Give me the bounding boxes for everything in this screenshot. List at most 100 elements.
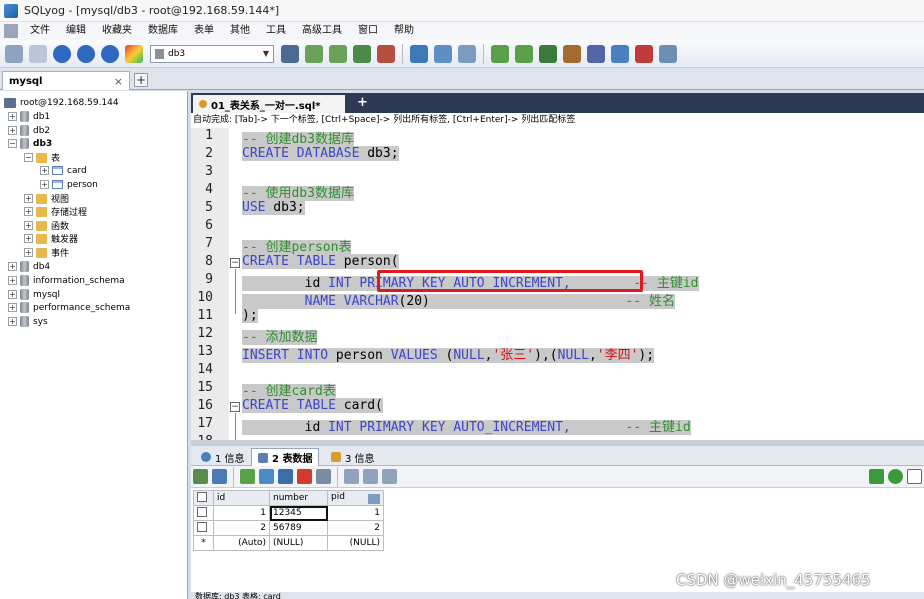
- expand-icon[interactable]: +: [24, 207, 33, 216]
- expand-icon[interactable]: +: [8, 112, 17, 121]
- column-header-id[interactable]: id: [213, 490, 270, 506]
- cell-number[interactable]: 12345: [269, 505, 328, 521]
- cell-pid[interactable]: 2: [327, 520, 384, 536]
- document-icon[interactable]: [4, 24, 18, 38]
- schema-designer-icon[interactable]: [410, 44, 428, 63]
- cell-number[interactable]: (NULL): [269, 535, 328, 551]
- form-view-icon[interactable]: [363, 469, 378, 484]
- tree-table-person[interactable]: + person: [40, 178, 98, 191]
- checkbox[interactable]: [197, 521, 207, 532]
- migration-icon[interactable]: [563, 44, 581, 63]
- expand-icon[interactable]: +: [8, 290, 17, 299]
- connection-manager-icon[interactable]: [29, 44, 47, 63]
- stop-icon[interactable]: [101, 44, 119, 63]
- row-select-cell[interactable]: [193, 505, 214, 521]
- tree-db4[interactable]: + db4: [8, 260, 50, 273]
- cell-id[interactable]: (Auto): [213, 535, 270, 551]
- connection-tab[interactable]: mysql ×: [2, 71, 130, 90]
- filter-icon[interactable]: [869, 469, 884, 484]
- query-builder-icon[interactable]: [434, 44, 452, 63]
- tree-procedures[interactable]: + 存储过程: [24, 205, 87, 218]
- menu-other[interactable]: 其他: [222, 22, 258, 40]
- column-header-number[interactable]: number: [269, 490, 328, 506]
- tab-messages-1[interactable]: 1 信息: [195, 448, 251, 466]
- profiler-icon[interactable]: [611, 44, 629, 63]
- restore-icon[interactable]: [329, 44, 347, 63]
- tab-table-data[interactable]: 2 表数据: [251, 448, 320, 466]
- expand-icon[interactable]: +: [40, 180, 49, 189]
- execute-all-icon[interactable]: [77, 44, 95, 63]
- editor-tab[interactable]: 01_表关系_一对一.sql*: [193, 95, 345, 113]
- new-connection-icon[interactable]: [5, 44, 23, 63]
- checkbox-icon[interactable]: [907, 469, 922, 484]
- table-row-new[interactable]: * (Auto) (NULL) (NULL): [193, 535, 384, 551]
- insert-row-icon[interactable]: [240, 469, 255, 484]
- expand-icon[interactable]: +: [40, 166, 49, 175]
- tab-messages-3[interactable]: 3 信息: [325, 448, 381, 466]
- notification-icon[interactable]: [635, 44, 653, 63]
- new-connection-tab-button[interactable]: +: [134, 73, 148, 87]
- tree-functions[interactable]: + 函数: [24, 219, 69, 232]
- cell-pid[interactable]: (NULL): [327, 535, 384, 551]
- user-icon[interactable]: [281, 44, 299, 63]
- scheduler-icon[interactable]: [587, 44, 605, 63]
- sync-icon[interactable]: [491, 44, 509, 63]
- select-all-cell[interactable]: [193, 490, 214, 506]
- tree-triggers[interactable]: + 触发器: [24, 232, 78, 245]
- tree-mysql[interactable]: + mysql: [8, 288, 60, 301]
- expand-icon[interactable]: +: [8, 276, 17, 285]
- expand-icon[interactable]: +: [8, 303, 17, 312]
- expand-icon[interactable]: +: [24, 221, 33, 230]
- checkbox[interactable]: [197, 506, 207, 517]
- data-sync-icon[interactable]: [515, 44, 533, 63]
- import-icon[interactable]: [353, 44, 371, 63]
- cell-number[interactable]: 56789: [269, 520, 328, 536]
- expand-icon[interactable]: +: [8, 126, 17, 135]
- column-options-icon[interactable]: [368, 494, 380, 504]
- export-icon[interactable]: [377, 44, 395, 63]
- new-query-tab-button[interactable]: +: [357, 96, 368, 110]
- row-select-cell[interactable]: [193, 520, 214, 536]
- expand-icon[interactable]: +: [24, 248, 33, 257]
- text-view-icon[interactable]: [382, 469, 397, 484]
- backup-icon[interactable]: [305, 44, 323, 63]
- tree-server[interactable]: root@192.168.59.144: [4, 96, 119, 109]
- table-row[interactable]: 1 12345 1: [193, 505, 384, 521]
- tree-sys[interactable]: + sys: [8, 315, 48, 328]
- save-icon[interactable]: [278, 469, 293, 484]
- fold-toggle-icon[interactable]: −: [230, 258, 240, 268]
- color-refresh-icon[interactable]: [125, 44, 143, 63]
- checkbox[interactable]: [197, 491, 207, 502]
- sql-editor[interactable]: 1 2 3 4 5 6 7 8 9 10 11 12 13 14 15 16 1…: [191, 128, 924, 440]
- cell-pid[interactable]: 1: [327, 505, 384, 521]
- collapse-icon[interactable]: −: [8, 139, 17, 148]
- menu-table[interactable]: 表单: [186, 22, 222, 40]
- fold-toggle-icon[interactable]: −: [230, 402, 240, 412]
- menu-tools[interactable]: 工具: [258, 22, 294, 40]
- column-header-pid[interactable]: pid: [327, 490, 384, 506]
- expand-icon[interactable]: +: [8, 317, 17, 326]
- menu-database[interactable]: 数据库: [140, 22, 186, 40]
- refresh-icon[interactable]: [888, 469, 903, 484]
- expand-icon[interactable]: +: [24, 194, 33, 203]
- database-dropdown[interactable]: db3 ▼: [150, 44, 274, 63]
- delete-icon[interactable]: [297, 469, 312, 484]
- cell-id[interactable]: 1: [213, 505, 270, 521]
- tree-tables-folder[interactable]: − 表: [24, 151, 60, 164]
- tree-performance-schema[interactable]: + performance_schema: [8, 301, 130, 314]
- execute-query-icon[interactable]: [53, 44, 71, 63]
- tree-views[interactable]: + 视图: [24, 192, 69, 205]
- menu-advanced-tools[interactable]: 高级工具: [294, 22, 350, 40]
- export-icon[interactable]: [193, 469, 208, 484]
- menu-file[interactable]: 文件: [22, 22, 58, 40]
- menu-window[interactable]: 窗口: [350, 22, 386, 40]
- grid-view-icon[interactable]: [344, 469, 359, 484]
- tree-db1[interactable]: + db1: [8, 110, 50, 123]
- compare-icon[interactable]: [539, 44, 557, 63]
- tree-table-card[interactable]: + card: [40, 164, 87, 177]
- duplicate-row-icon[interactable]: [259, 469, 274, 484]
- import-icon[interactable]: [212, 469, 227, 484]
- cell-id[interactable]: 2: [213, 520, 270, 536]
- collapse-icon[interactable]: −: [24, 153, 33, 162]
- cancel-changes-icon[interactable]: [316, 469, 331, 484]
